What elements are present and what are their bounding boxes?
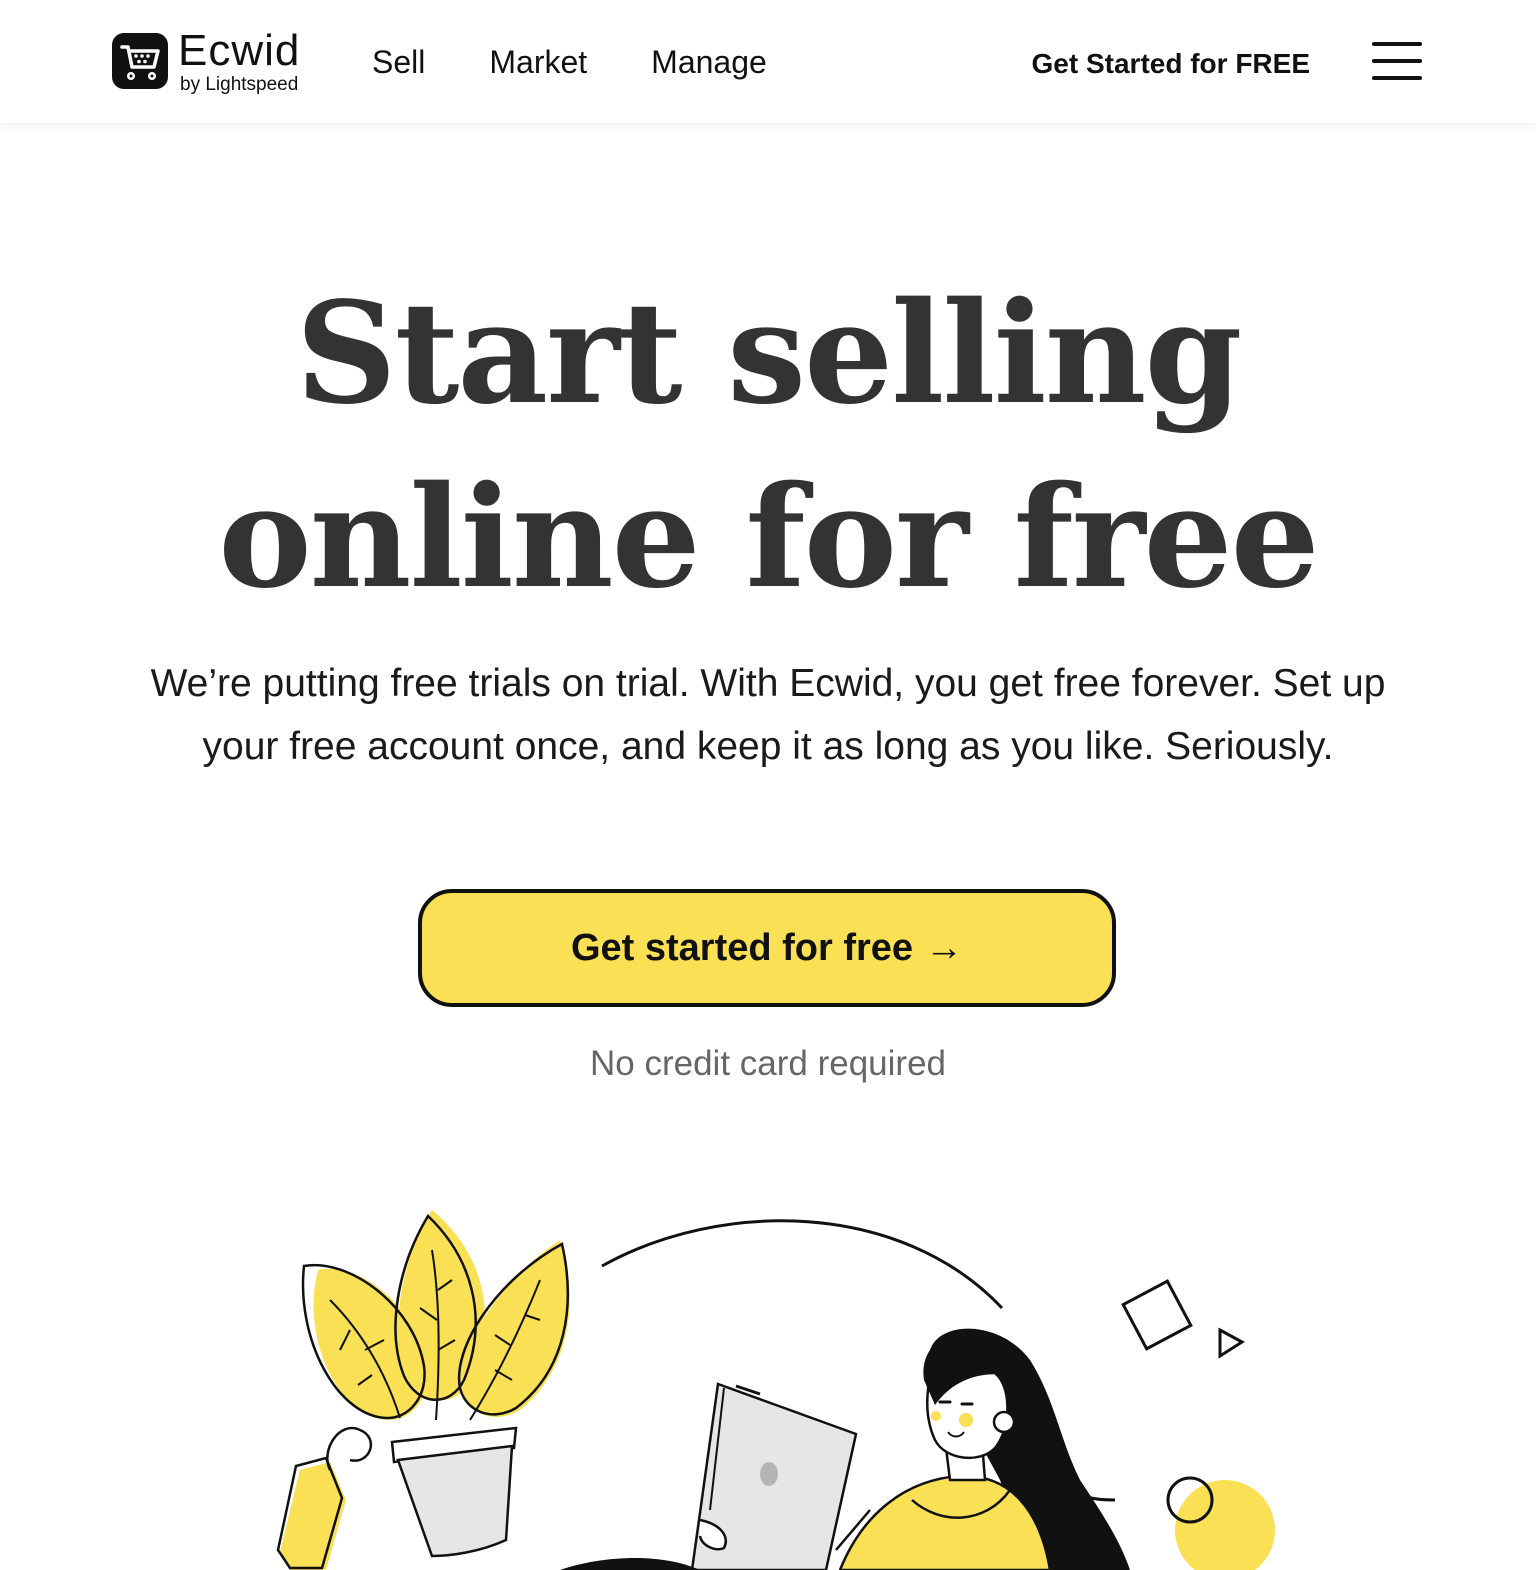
cart-icon [112, 33, 168, 89]
hero-title-line-2: online for free [218, 456, 1319, 620]
main-nav: Sell Market Manage [372, 40, 767, 84]
get-started-button[interactable]: Get started for free → [418, 889, 1116, 1007]
no-credit-card-note: No credit card required [590, 1044, 946, 1083]
nav-item-sell[interactable]: Sell [372, 40, 425, 84]
ecwid-logo-link[interactable]: Ecwid by Lightspeed [112, 25, 301, 95]
hamburger-line [1372, 59, 1422, 63]
nav-item-market[interactable]: Market [489, 40, 587, 84]
arc-shape [601, 1219, 1004, 1310]
triangle-shape-icon [1218, 1327, 1245, 1359]
price-tag-icon [276, 1426, 372, 1570]
get-started-button-label: Get started for free [570, 926, 914, 969]
logo-wordmark: Ecwid by Lightspeed [178, 25, 301, 95]
hero-illustration [0, 1180, 1536, 1570]
logo-name: Ecwid [178, 25, 301, 75]
woman-with-laptop-icon [838, 1328, 1130, 1570]
hamburger-icon[interactable] [1372, 42, 1424, 82]
laptop-icon [690, 1382, 871, 1570]
get-started-header-link[interactable]: Get Started for FREE [1032, 42, 1310, 86]
hamburger-line [1372, 76, 1422, 80]
illustration-canvas [276, 1210, 1275, 1570]
site-header: Ecwid by Lightspeed Sell Market Manage G… [0, 0, 1536, 124]
nav-item-manage[interactable]: Manage [651, 40, 767, 84]
hamburger-line [1372, 42, 1422, 46]
logo-subtitle: by Lightspeed [180, 73, 299, 95]
square-shape-icon [1121, 1279, 1193, 1351]
hero-subtitle: We’re putting free trials on trial. With… [150, 662, 1386, 768]
hero-title: Start selling online for free [0, 262, 1536, 630]
hero-title-line-1: Start selling [295, 272, 1243, 436]
circle-shape-icon [1175, 1480, 1275, 1570]
ground-shape [560, 1557, 700, 1570]
arrow-right-icon: → [925, 926, 964, 969]
